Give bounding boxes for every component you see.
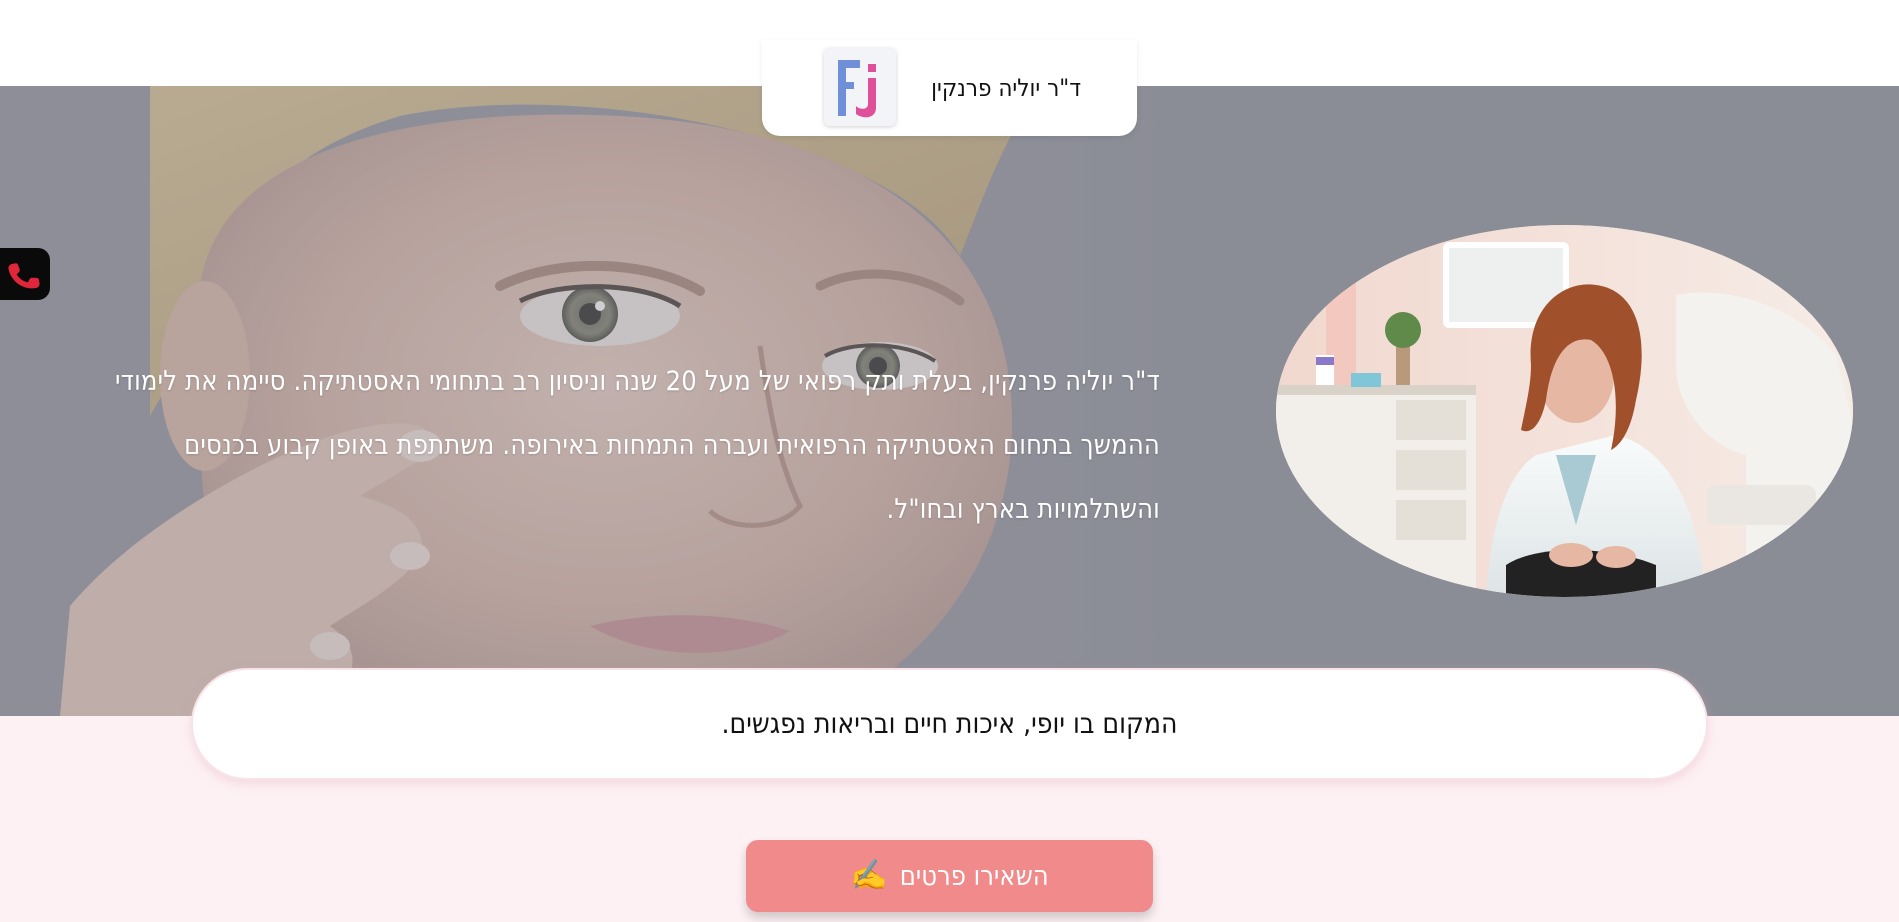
- tagline-text: המקום בו יופי, איכות חיים ובריאות נפגשים…: [721, 707, 1178, 740]
- cta-label: השאירו פרטים: [899, 860, 1049, 892]
- leave-details-button[interactable]: השאירו פרטים ✍️: [746, 840, 1153, 912]
- tagline-card: המקום בו יופי, איכות חיים ובריאות נפגשים…: [191, 668, 1708, 780]
- phone-call-button[interactable]: [0, 248, 50, 300]
- header-logo-card[interactable]: ד"ר יוליה פרנקין: [762, 40, 1137, 136]
- page: ד"ר יוליה פרנקין ד"ר יוליה פרנקין, בעלת …: [0, 0, 1899, 922]
- logo-icon: [838, 60, 876, 118]
- doctor-photo: [1276, 225, 1853, 597]
- phone-icon: [8, 263, 40, 289]
- clinic-name[interactable]: ד"ר יוליה פרנקין: [931, 74, 1081, 102]
- fj-monogram-logo[interactable]: [824, 48, 896, 126]
- writing-hand-icon: ✍️: [850, 859, 888, 892]
- intro-paragraph: ד"ר יוליה פרנקין, בעלת ותק רפואי של מעל …: [114, 366, 1160, 525]
- doctor-portrait-photo: [1276, 225, 1853, 597]
